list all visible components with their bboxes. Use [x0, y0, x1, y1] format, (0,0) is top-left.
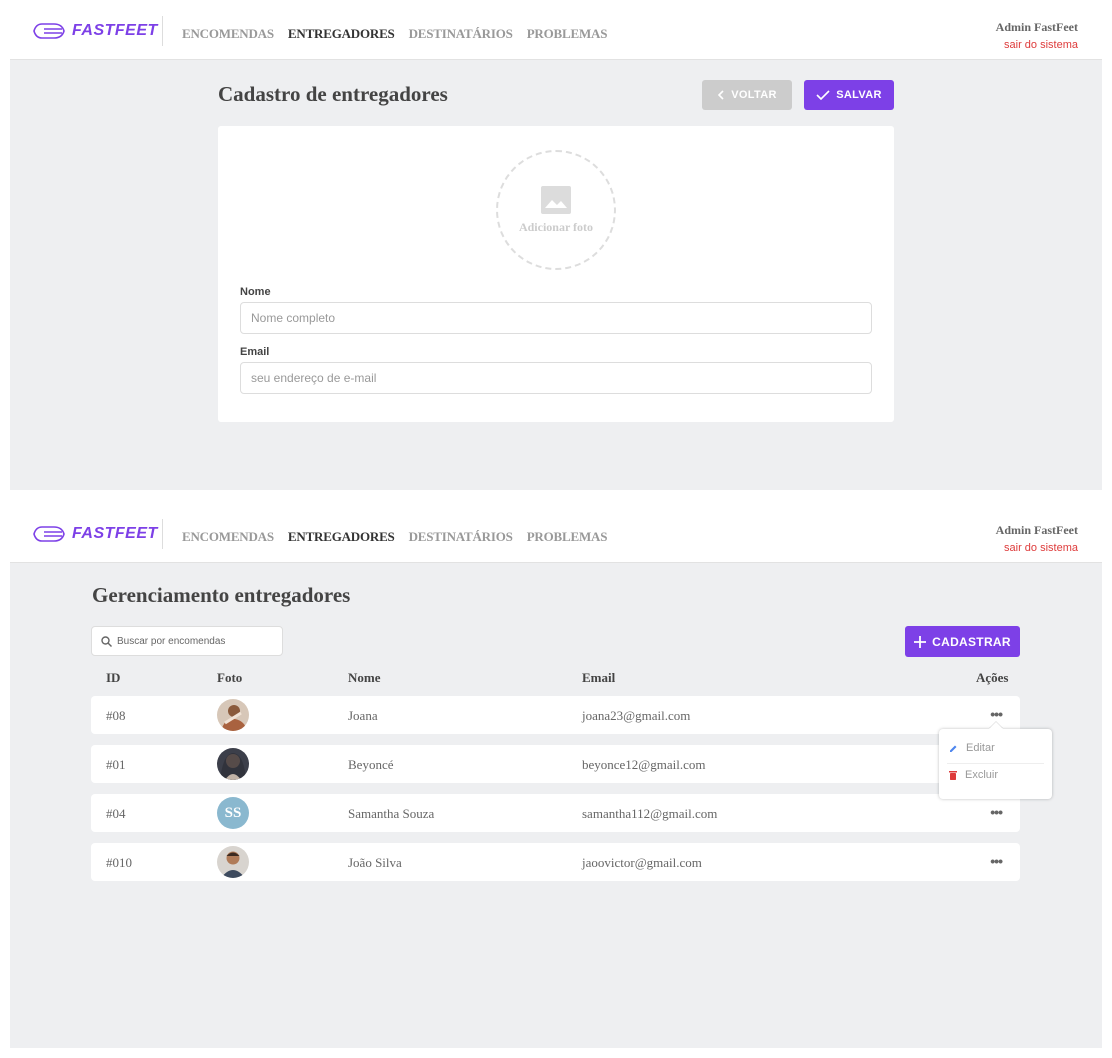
page-title: Cadastro de entregadores: [218, 82, 448, 106]
avatar: SS: [217, 797, 249, 829]
courier-list-screen: FASTFEET ENCOMENDAS ENTREGADORES DESTINA…: [10, 503, 1102, 1048]
row-actions-menu: Editar Excluir: [939, 722, 1052, 799]
delete-menu-label: Excluir: [965, 769, 999, 781]
check-icon: [816, 90, 830, 100]
page-title: Gerenciamento entregadores: [92, 583, 351, 607]
nav-item-entregadores[interactable]: ENTREGADORES: [288, 26, 395, 42]
logo[interactable]: FASTFEET: [32, 22, 158, 40]
avatar: [217, 699, 249, 731]
nav-item-destinatarios[interactable]: DESTINATÁRIOS: [409, 26, 513, 42]
logo[interactable]: FASTFEET: [32, 525, 158, 543]
search-box: [91, 626, 283, 656]
add-courier-button-label: CADASTRAR: [932, 634, 1011, 649]
top-navbar: FASTFEET ENCOMENDAS ENTREGADORES DESTINA…: [10, 0, 1102, 60]
user-area: Admin FastFeet sair do sistema: [996, 523, 1078, 554]
row-email: beyonce12@gmail.com: [582, 757, 706, 772]
row-email: samantha112@gmail.com: [582, 806, 718, 821]
fast-truck-icon: [33, 526, 65, 542]
logo-text: FASTFEET: [72, 22, 158, 39]
avatar: [217, 846, 249, 878]
nav-divider: [162, 16, 163, 46]
row-name: Beyoncé: [348, 757, 394, 772]
nav-item-entregadores[interactable]: ENTREGADORES: [288, 529, 395, 545]
top-navbar: FASTFEET ENCOMENDAS ENTREGADORES DESTINA…: [10, 503, 1102, 563]
email-label: Email: [240, 346, 270, 358]
table-row: #010 João Silva jaoovictor@gmail.com •••: [91, 843, 1020, 881]
register-courier-screen: FASTFEET ENCOMENDAS ENTREGADORES DESTINA…: [10, 0, 1102, 490]
nav-divider: [162, 519, 163, 549]
user-name: Admin FastFeet: [995, 20, 1078, 34]
save-button-label: SALVAR: [836, 89, 882, 101]
back-button-label: VOLTAR: [731, 89, 777, 101]
row-actions-button[interactable]: •••: [990, 853, 1003, 869]
photo-upload[interactable]: Adicionar foto: [496, 150, 616, 270]
row-id: #010: [106, 855, 132, 870]
column-header-actions: Ações: [976, 670, 1009, 685]
row-name: Samantha Souza: [348, 806, 435, 821]
row-id: #04: [106, 806, 126, 821]
main-nav: ENCOMENDAS ENTREGADORES DESTINATÁRIOS PR…: [182, 529, 621, 545]
nav-item-encomendas[interactable]: ENCOMENDAS: [182, 26, 274, 42]
email-input[interactable]: [240, 362, 872, 394]
fast-truck-icon: [33, 23, 65, 39]
nav-item-problemas[interactable]: PROBLEMAS: [527, 26, 608, 42]
nav-item-problemas[interactable]: PROBLEMAS: [527, 529, 608, 545]
logo-text: FASTFEET: [72, 525, 158, 542]
delete-menu-item[interactable]: Excluir: [949, 769, 998, 781]
nav-item-destinatarios[interactable]: DESTINATÁRIOS: [409, 529, 513, 545]
column-header-name: Nome: [348, 670, 381, 685]
name-input[interactable]: [240, 302, 872, 334]
row-actions-button[interactable]: •••: [990, 706, 1003, 722]
row-name: Joana: [348, 708, 378, 723]
table-row: #04 SS Samantha Souza samantha112@gmail.…: [91, 794, 1020, 832]
table-row: #08 Joana joana23@gmail.com •••: [91, 696, 1020, 734]
trash-icon: [949, 771, 957, 780]
table-row: #01 Beyoncé beyonce12@gmail.com: [91, 745, 1020, 783]
search-icon: [101, 635, 112, 647]
avatar: [217, 748, 249, 780]
column-header-email: Email: [582, 670, 616, 685]
save-button[interactable]: SALVAR: [804, 80, 894, 110]
chevron-left-icon: [718, 90, 724, 100]
user-area: Admin FastFeet sair do sistema: [996, 20, 1078, 51]
image-icon: [541, 185, 571, 214]
logout-link[interactable]: sair do sistema: [996, 542, 1078, 554]
popover-arrow: [989, 722, 1003, 729]
column-header-photo: Foto: [217, 670, 243, 685]
row-actions-button[interactable]: •••: [990, 804, 1003, 820]
add-courier-button[interactable]: CADASTRAR: [905, 626, 1020, 657]
name-label: Nome: [240, 286, 271, 298]
back-button[interactable]: VOLTAR: [702, 80, 792, 110]
edit-menu-label: Editar: [966, 742, 995, 754]
edit-menu-item[interactable]: Editar: [949, 742, 995, 754]
nav-item-encomendas[interactable]: ENCOMENDAS: [182, 529, 274, 545]
register-form-card: Adicionar foto Nome Email: [218, 126, 894, 422]
column-header-id: ID: [106, 670, 121, 685]
pencil-icon: [950, 745, 957, 752]
row-email: joana23@gmail.com: [582, 708, 691, 723]
photo-upload-label: Adicionar foto: [518, 219, 594, 234]
row-id: #01: [106, 757, 126, 772]
plus-icon: [914, 635, 927, 648]
row-id: #08: [106, 708, 126, 723]
main-nav: ENCOMENDAS ENTREGADORES DESTINATÁRIOS PR…: [182, 26, 621, 42]
logout-link[interactable]: sair do sistema: [996, 39, 1078, 51]
row-name: João Silva: [348, 855, 402, 870]
user-name: Admin FastFeet: [995, 523, 1078, 537]
row-email: jaoovictor@gmail.com: [582, 855, 702, 870]
menu-divider: [947, 763, 1044, 764]
search-input[interactable]: [117, 635, 267, 647]
